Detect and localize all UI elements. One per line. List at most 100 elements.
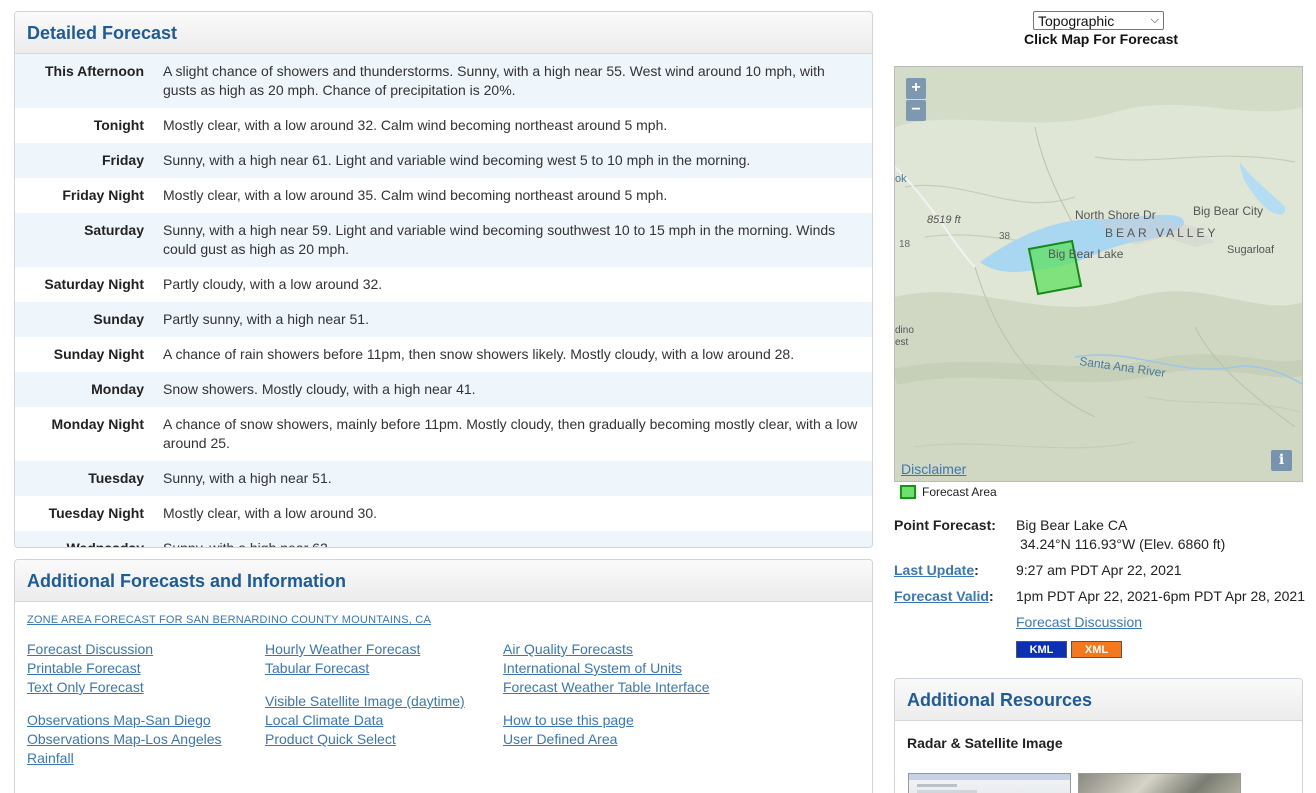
link-group: Air Quality Forecasts International Syste… [503, 640, 741, 697]
forecast-discussion-link[interactable]: Forecast Discussion [1016, 613, 1142, 632]
forecast-period-text: A slight chance of showers and thunderst… [163, 63, 825, 98]
forecast-info-link[interactable]: Forecast Weather Table Interface [503, 678, 741, 697]
forecast-period-label: Monday Night [51, 416, 144, 432]
forecast-valid-link[interactable]: Forecast Valid [894, 588, 989, 604]
forecast-table: This Afternoon A slight chance of showers… [15, 54, 872, 548]
forecast-info-link[interactable]: Forecast Discussion [27, 640, 265, 659]
last-update-label-wrap: Last Update: [894, 561, 979, 580]
forecast-period-label: Tuesday Night [48, 505, 144, 521]
forecast-info-link[interactable]: Rainfall [27, 749, 265, 768]
point-forecast-location: Big Bear Lake CA [1016, 517, 1128, 533]
forecast-info-link[interactable]: Text Only Forecast [27, 678, 265, 697]
map-label-route-38: 38 [999, 231, 1011, 242]
forecast-row: Tuesday Night Mostly clear, with a low ar… [15, 496, 872, 531]
additional-resources-panel: Additional Resources Radar & Satellite I… [894, 678, 1303, 793]
link-group: How to use this page User Defined Area [503, 711, 741, 749]
forecast-period-text: Sunny, with a high near 61. Light and va… [163, 152, 751, 168]
detailed-forecast-title: Detailed Forecast [27, 23, 178, 43]
forecast-row: Saturday Night Partly cloudy, with a low … [15, 267, 872, 302]
forecast-row: Tuesday Sunny, with a high near 51. [15, 461, 872, 496]
forecast-row: Sunday Partly sunny, with a high near 51. [15, 302, 872, 337]
link-column: Hourly Weather Forecast Tabular Forecast V… [265, 640, 503, 782]
forecast-period-text: A chance of rain showers before 11pm, th… [163, 346, 795, 362]
map-type-select-wrap: Topographic ⌵ [1033, 11, 1164, 30]
forecast-period-label: Friday [101, 152, 144, 168]
zoom-in-button[interactable]: + [906, 78, 926, 99]
forecast-valid-colon: : [988, 588, 994, 604]
radar-satellite-heading: Radar & Satellite Image [907, 735, 1063, 751]
forecast-period-text: Mostly clear, with a low around 35. Calm… [163, 187, 668, 203]
forecast-info-link[interactable]: How to use this page [503, 711, 741, 730]
forecast-period-label: Saturday Night [44, 276, 144, 292]
forecast-info-link[interactable]: Hourly Weather Forecast [265, 640, 503, 659]
forecast-info-link[interactable]: International System of Units [503, 659, 741, 678]
forecast-info-link[interactable]: Visible Satellite Image (daytime) [265, 692, 503, 711]
forecast-row: Sunday Night A chance of rain showers bef… [15, 337, 872, 372]
map-legend: Forecast Area [900, 485, 997, 499]
map-label-big-bear-lake: Big Bear Lake [1048, 247, 1124, 261]
map-type-select[interactable]: Topographic ⌵ [1033, 11, 1164, 30]
forecast-area-swatch [900, 485, 916, 499]
map-label-route-18: 18 [899, 239, 911, 250]
xml-button[interactable]: XML [1071, 641, 1122, 658]
forecast-period-label: Tonight [93, 117, 144, 133]
map-label-left-edge-2: dino [895, 325, 914, 336]
link-group: Hourly Weather Forecast Tabular Forecast [265, 640, 503, 678]
last-update-link[interactable]: Last Update [894, 562, 974, 578]
radar-thumbnail-image [909, 774, 1070, 793]
forecast-period-text: Partly sunny, with a high near 51. [163, 311, 369, 327]
forecast-period-label: Sunday Night [53, 346, 144, 362]
zoom-out-button[interactable]: − [906, 100, 926, 121]
additional-resources-title: Additional Resources [907, 690, 1093, 710]
forecast-info-link[interactable]: Observations Map-San Diego [27, 711, 265, 730]
forecast-links: Forecast Discussion Printable Forecast Tex… [27, 640, 860, 782]
link-group: Visible Satellite Image (daytime) Local C… [265, 692, 503, 749]
detailed-forecast-header: Detailed Forecast [15, 12, 872, 54]
forecast-row: Monday Night A chance of snow showers, ma… [15, 407, 872, 461]
satellite-thumbnail[interactable] [1078, 773, 1241, 793]
forecast-period-text: Partly cloudy, with a low around 32. [163, 276, 383, 292]
forecast-row: This Afternoon A slight chance of showers… [15, 54, 872, 108]
forecast-info-link[interactable]: Product Quick Select [265, 730, 503, 749]
forecast-info-link[interactable]: User Defined Area [503, 730, 741, 749]
forecast-info-link[interactable]: Air Quality Forecasts [503, 640, 741, 659]
map-image: North Shore Dr Big Bear City BEAR VALLEY… [895, 67, 1302, 481]
forecast-period-label: Saturday [84, 222, 144, 238]
info-icon[interactable]: i [1271, 450, 1292, 471]
forecast-info-link[interactable]: Tabular Forecast [265, 659, 503, 678]
forecast-row: Tonight Mostly clear, with a low around 3… [15, 108, 872, 143]
map-label-left-edge-1: ok [895, 173, 907, 185]
detailed-forecast-panel: Detailed Forecast This Afternoon A slight… [14, 11, 873, 548]
forecast-row: Wednesday Sunny, with a high near 62. [15, 531, 872, 548]
forecast-valid-value: 1pm PDT Apr 22, 2021-6pm PDT Apr 28, 202… [1016, 588, 1305, 604]
last-update-colon: : [974, 562, 979, 578]
zone-area-forecast-link[interactable]: ZONE AREA FORECAST FOR SAN BERNARDINO CO… [27, 614, 860, 626]
forecast-period-label: Wednesday [66, 540, 144, 548]
kml-button[interactable]: KML [1016, 641, 1067, 658]
forecast-row: Friday Sunny, with a high near 61. Light … [15, 143, 872, 178]
radar-thumbnail[interactable] [908, 773, 1071, 793]
link-group: Forecast Discussion Printable Forecast Tex… [27, 640, 265, 697]
forecast-map[interactable]: North Shore Dr Big Bear City BEAR VALLEY… [894, 66, 1303, 482]
forecast-period-text: Mostly clear, with a low around 30. [163, 505, 377, 521]
map-label-elevation: 8519 ft [927, 214, 962, 226]
link-column: Forecast Discussion Printable Forecast Tex… [27, 640, 265, 782]
map-disclaimer-link[interactable]: Disclaimer [901, 461, 966, 477]
additional-forecasts-title: Additional Forecasts and Information [27, 571, 347, 591]
map-label-left-edge-3: est [895, 337, 909, 348]
map-label-big-bear-city: Big Bear City [1193, 204, 1263, 218]
forecast-row: Saturday Sunny, with a high near 59. Ligh… [15, 213, 872, 267]
chevron-down-icon: ⌵ [1150, 14, 1159, 26]
additional-forecasts-panel: Additional Forecasts and Information ZON… [14, 559, 873, 793]
export-badges: KML XML [1016, 639, 1122, 658]
map-label-north-shore: North Shore Dr [1075, 208, 1156, 222]
link-column: Air Quality Forecasts International Syste… [503, 640, 741, 782]
forecast-info-link[interactable]: Local Climate Data [265, 711, 503, 730]
forecast-row: Friday Night Mostly clear, with a low aro… [15, 178, 872, 213]
forecast-period-label: Friday Night [62, 187, 144, 203]
map-label-bear-valley: BEAR VALLEY [1105, 226, 1218, 240]
forecast-info-link[interactable]: Printable Forecast [27, 659, 265, 678]
legend-label: Forecast Area [922, 485, 997, 499]
forecast-valid-label-wrap: Forecast Valid: [894, 587, 994, 606]
forecast-info-link[interactable]: Observations Map-Los Angeles [27, 730, 265, 749]
